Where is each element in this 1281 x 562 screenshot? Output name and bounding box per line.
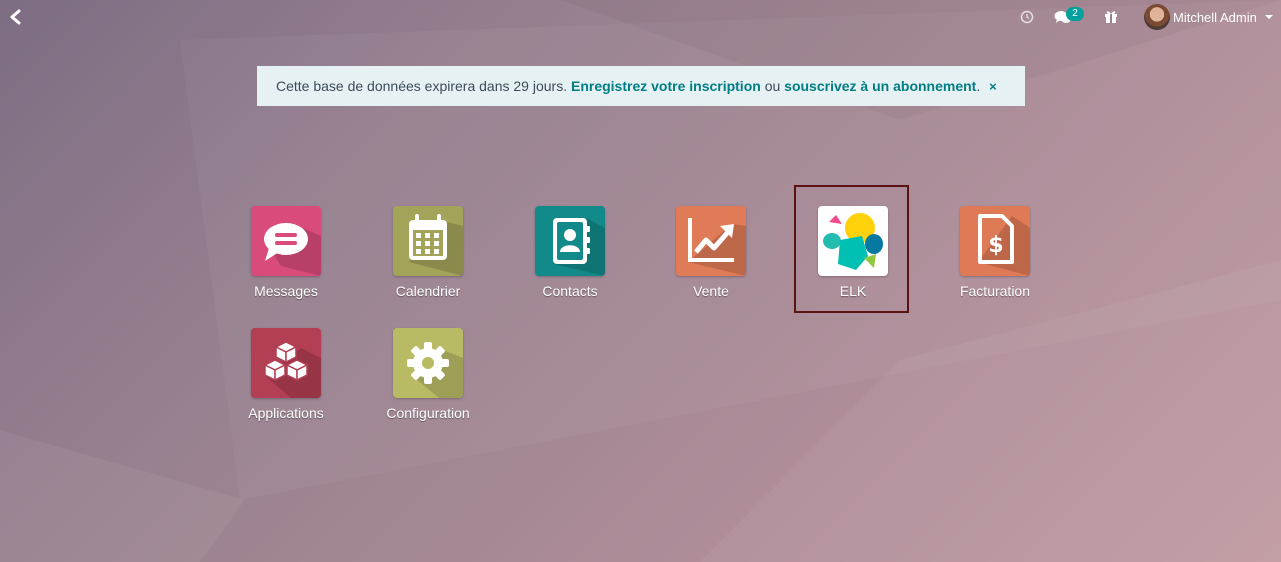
svg-text:$: $ — [988, 233, 1003, 258]
chevron-left-icon — [10, 9, 21, 25]
notice-period: . — [976, 78, 981, 94]
app-configuration[interactable]: Configuration — [378, 328, 478, 421]
invoice-dollar-icon: $ — [960, 206, 1030, 276]
app-label: ELK — [839, 283, 867, 299]
subscribe-link[interactable]: souscrivez à un abonnement — [784, 78, 976, 94]
back-button[interactable] — [6, 6, 26, 28]
app-label: Facturation — [959, 283, 1031, 299]
chat-icon — [251, 206, 321, 276]
notice-connector: ou — [764, 78, 781, 94]
trend-up-icon — [676, 206, 746, 276]
cubes-icon — [251, 328, 321, 398]
app-contacts[interactable]: Contacts — [520, 206, 620, 299]
user-menu-name[interactable]: Mitchell Admin — [1173, 10, 1257, 25]
address-book-icon — [535, 206, 605, 276]
gear-icon — [393, 328, 463, 398]
activity-button[interactable] — [1020, 10, 1034, 29]
app-label: Contacts — [542, 283, 598, 299]
app-facturation[interactable]: $ Facturation — [945, 206, 1045, 299]
register-link[interactable]: Enregistrez votre inscription — [571, 78, 761, 94]
caret-down-icon[interactable] — [1265, 15, 1273, 19]
app-calendrier[interactable]: Calendrier — [378, 206, 478, 299]
app-applications[interactable]: Applications — [236, 328, 336, 421]
database-expiry-notice: Cette base de données expirera dans 29 j… — [257, 66, 1025, 106]
top-navbar: 2 Mitchell Admin — [0, 0, 1281, 34]
notice-text: Cette base de données expirera dans 29 j… — [276, 78, 568, 94]
app-label: Calendrier — [395, 283, 461, 299]
messages-count-badge: 2 — [1066, 7, 1084, 21]
elastic-logo-icon — [818, 206, 888, 276]
gift-button[interactable] — [1104, 9, 1118, 29]
app-messages[interactable]: Messages — [236, 206, 336, 299]
calendar-icon — [393, 206, 463, 276]
app-label: Applications — [248, 405, 324, 421]
clock-icon — [1020, 10, 1034, 24]
app-label: Vente — [693, 283, 729, 299]
user-avatar[interactable] — [1144, 4, 1170, 30]
app-label: Configuration — [386, 405, 470, 421]
app-elk[interactable]: ELK — [803, 206, 903, 299]
app-label: Messages — [254, 283, 318, 299]
close-notice-button[interactable]: × — [989, 79, 997, 94]
gift-icon — [1105, 11, 1117, 23]
app-vente[interactable]: Vente — [661, 206, 761, 299]
